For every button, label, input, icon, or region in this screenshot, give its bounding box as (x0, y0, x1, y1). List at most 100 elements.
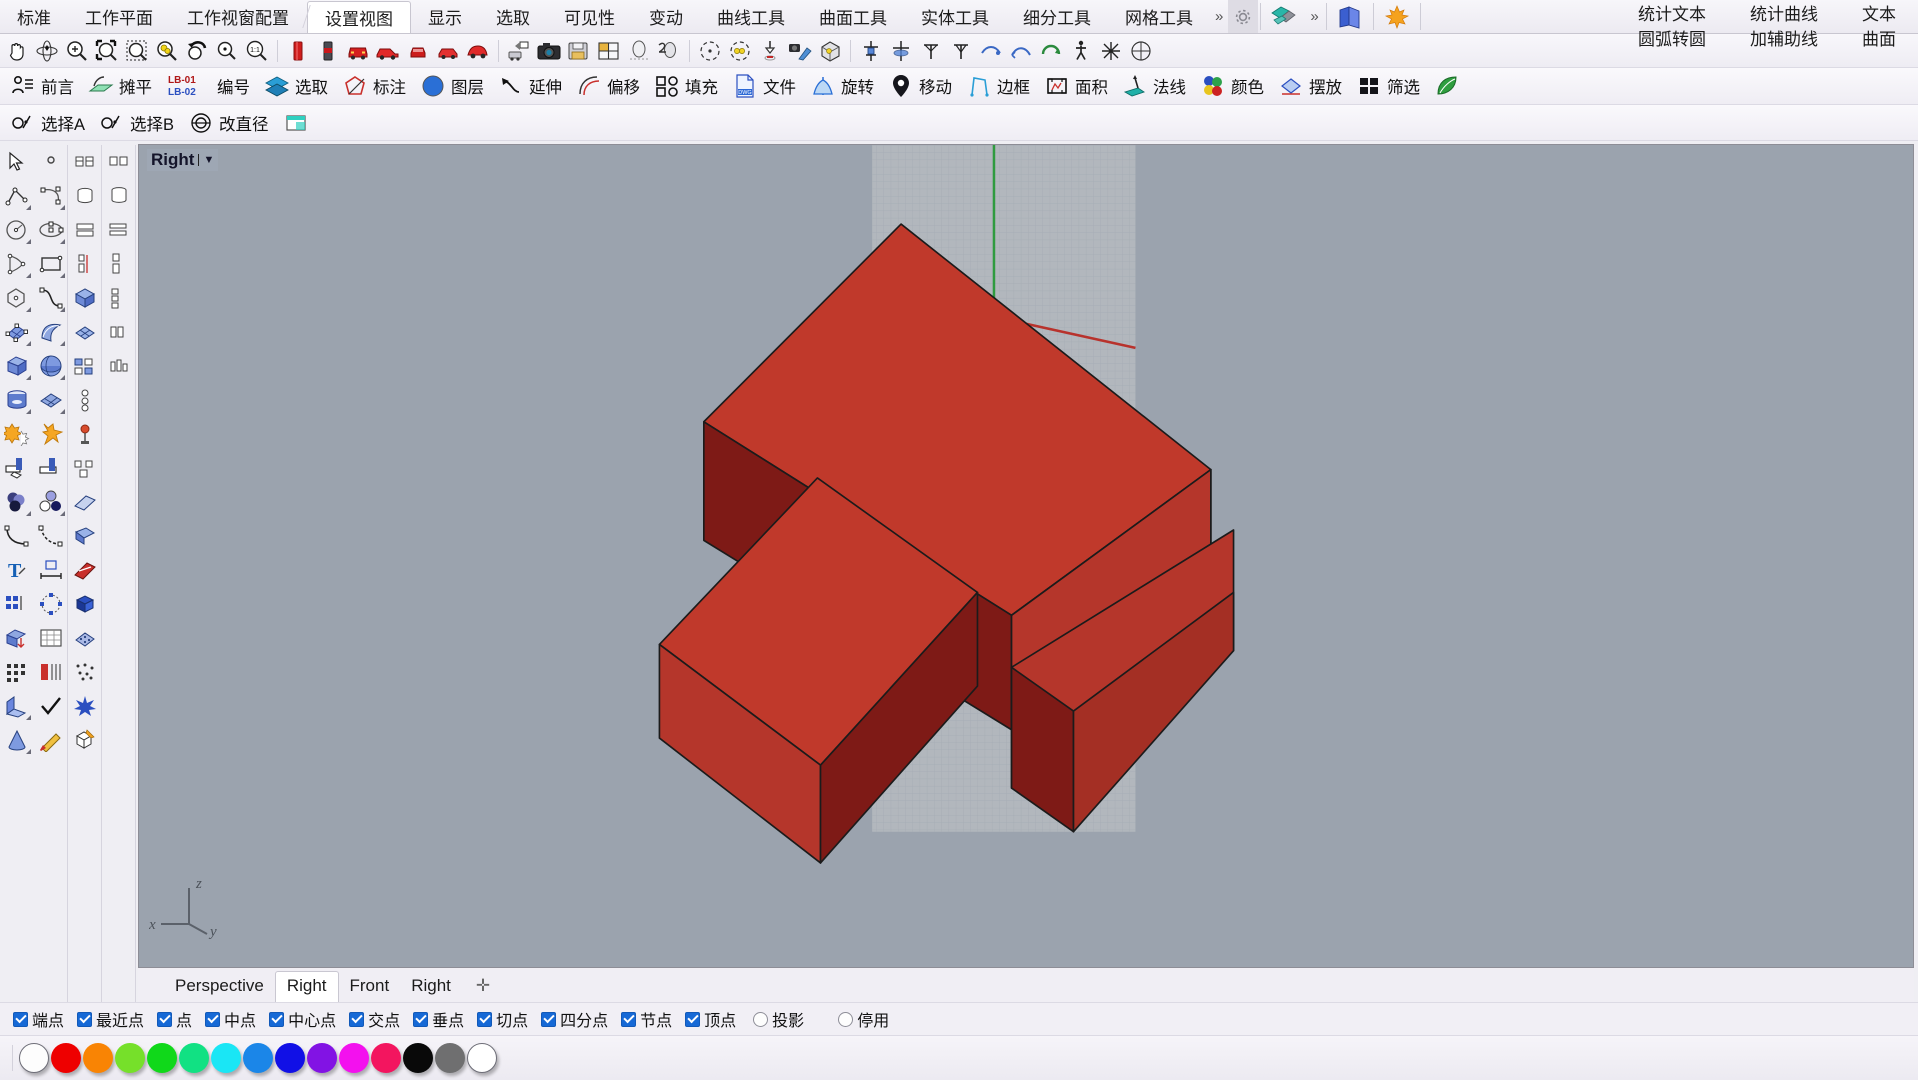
menu-tab-7[interactable]: 变动 (632, 0, 700, 33)
mesh-star-icon[interactable] (69, 689, 101, 723)
menu-tab-4[interactable]: 显示 (411, 0, 479, 33)
right-menu-item[interactable]: 圆弧转圆 (1616, 25, 1728, 50)
color-swatch-no-color[interactable] (19, 1043, 49, 1073)
checkbox[interactable] (269, 1011, 285, 1027)
color-swatch-pink[interactable] (371, 1043, 401, 1073)
zoom-window-icon[interactable] (92, 36, 122, 66)
mesh-cube2-icon[interactable] (69, 587, 101, 621)
toolbar-button-window-green[interactable] (279, 107, 319, 139)
mesh-cylinder-icon[interactable] (69, 179, 101, 213)
color-swatch-white[interactable] (467, 1043, 497, 1073)
zoom-selected-icon[interactable] (122, 36, 152, 66)
color-swatch-black[interactable] (403, 1043, 433, 1073)
menu-tab-6[interactable]: 可见性 (547, 0, 632, 33)
color-swatch-violet[interactable] (307, 1043, 337, 1073)
circle-dots-icon[interactable] (35, 485, 67, 519)
menu-tab-5[interactable]: 选取 (479, 0, 547, 33)
osnap-item-perpendicular[interactable]: 垂点 (408, 1007, 469, 1031)
toolbar-button-qianyan[interactable]: 前言 (6, 70, 84, 102)
sphere-group-icon[interactable] (1, 485, 33, 519)
split-icon[interactable] (1, 451, 33, 485)
mesh-patch-icon[interactable] (69, 417, 101, 451)
triangle-curve-icon[interactable] (1, 247, 33, 281)
dot-grid-icon[interactable] (1, 655, 33, 689)
menu-tab-11[interactable]: 细分工具 (1006, 0, 1108, 33)
checkbox[interactable] (753, 1011, 769, 1027)
explode-view-icon[interactable] (1096, 36, 1126, 66)
named-cplane-icon[interactable] (856, 36, 886, 66)
osnap-item-mid[interactable]: 中点 (200, 1007, 261, 1031)
menu-tab-12[interactable]: 网格工具 (1108, 0, 1210, 33)
toolbar-button-baifang[interactable]: 摆放 (1274, 70, 1352, 102)
dark-cylinder-icon[interactable] (313, 36, 343, 66)
color-swatch-orange[interactable] (83, 1043, 113, 1073)
toolbar-button-pianyi[interactable]: 偏移 (572, 70, 650, 102)
paint-icon[interactable] (35, 723, 67, 757)
bounding-box-icon[interactable] (815, 36, 845, 66)
toolbar-button-select-a[interactable]: 选择A (6, 107, 95, 139)
toolbar-button-change-diameter[interactable]: 改直径 (184, 107, 279, 139)
polyline-icon[interactable] (1, 179, 33, 213)
chevron-down-icon[interactable]: ▼ (198, 154, 214, 166)
curve-icon[interactable] (35, 281, 67, 315)
osnap-item-tangent[interactable]: 切点 (472, 1007, 533, 1031)
osnap-item-end[interactable]: 端点 (8, 1007, 69, 1031)
mesh-cube-icon[interactable] (69, 281, 101, 315)
checkbox[interactable] (621, 1011, 637, 1027)
point-icon[interactable] (35, 145, 67, 179)
gear-icon[interactable] (1228, 0, 1259, 33)
grid-sm-icon[interactable] (103, 145, 135, 179)
osnap-item-intersection[interactable]: 交点 (344, 1007, 405, 1031)
blue-book-icon[interactable] (1329, 0, 1371, 33)
mesh-array-icon[interactable] (69, 383, 101, 417)
drop-arrow-icon[interactable] (755, 36, 785, 66)
surface-grid-icon[interactable] (1, 315, 33, 349)
toolbar-button-tanping[interactable]: 摊平 (84, 70, 162, 102)
explode-icon[interactable] (35, 417, 67, 451)
walk-icon[interactable] (1066, 36, 1096, 66)
toolbar-button-select-b[interactable]: 选择B (95, 107, 184, 139)
color-swatch-red[interactable] (51, 1043, 81, 1073)
target-icon[interactable] (695, 36, 725, 66)
menu-tab-10[interactable]: 实体工具 (904, 0, 1006, 33)
checkbox[interactable] (157, 1011, 173, 1027)
dim-icon[interactable] (35, 553, 67, 587)
mesh-dots-icon[interactable] (69, 655, 101, 689)
zoom-extents-icon[interactable] (152, 36, 182, 66)
checkbox[interactable] (13, 1011, 28, 1027)
right-menu-item[interactable]: 加辅助线 (1728, 25, 1840, 50)
osnap-item-near[interactable]: 最近点 (72, 1007, 149, 1031)
mesh-box-icon[interactable] (69, 145, 101, 179)
teal-solid-icon[interactable] (1263, 0, 1305, 33)
osnap-item-disable[interactable]: 停用 (812, 1007, 894, 1031)
toolbar-button-yanse[interactable]: 颜色 (1196, 70, 1274, 102)
red-car-small-icon[interactable] (403, 36, 433, 66)
array-polar-icon[interactable] (35, 587, 67, 621)
cplane-right-icon[interactable] (976, 36, 1006, 66)
mesh-line-icon[interactable] (69, 485, 101, 519)
checkbox[interactable] (685, 1011, 701, 1027)
cone-icon[interactable] (1, 723, 33, 757)
color-swatch-yellow-green[interactable] (115, 1043, 145, 1073)
mesh-sphere-icon[interactable] (69, 451, 101, 485)
cplane-top-icon[interactable] (916, 36, 946, 66)
check-icon[interactable] (35, 689, 67, 723)
sphere-icon[interactable] (35, 349, 67, 383)
mesh-stripe-icon[interactable] (69, 553, 101, 587)
toolbar-button-tianchong[interactable]: 填充 (650, 70, 728, 102)
add-viewport-tab-button[interactable]: ✛ (462, 972, 501, 1002)
mesh-cube-pencil-icon[interactable] (69, 723, 101, 757)
polygon-icon[interactable] (1, 281, 33, 315)
color-swatch-green[interactable] (147, 1043, 177, 1073)
camera-plane-icon[interactable] (785, 36, 815, 66)
mesh-points-icon[interactable] (69, 621, 101, 655)
zoom-target-icon[interactable] (212, 36, 242, 66)
toolbar-button-wenjian[interactable]: DWG 文件 (728, 70, 806, 102)
mesh-extrude-icon[interactable] (69, 247, 101, 281)
viewport-right[interactable]: Right ▼ z x y (138, 144, 1914, 968)
mesh-quad-icon[interactable] (69, 315, 101, 349)
osnap-item-point[interactable]: 点 (152, 1007, 197, 1031)
toolbar-button-tuceng[interactable]: 图层 (416, 70, 494, 102)
cplane-curve-icon[interactable] (1006, 36, 1036, 66)
grid-sm7-icon[interactable] (103, 349, 135, 383)
